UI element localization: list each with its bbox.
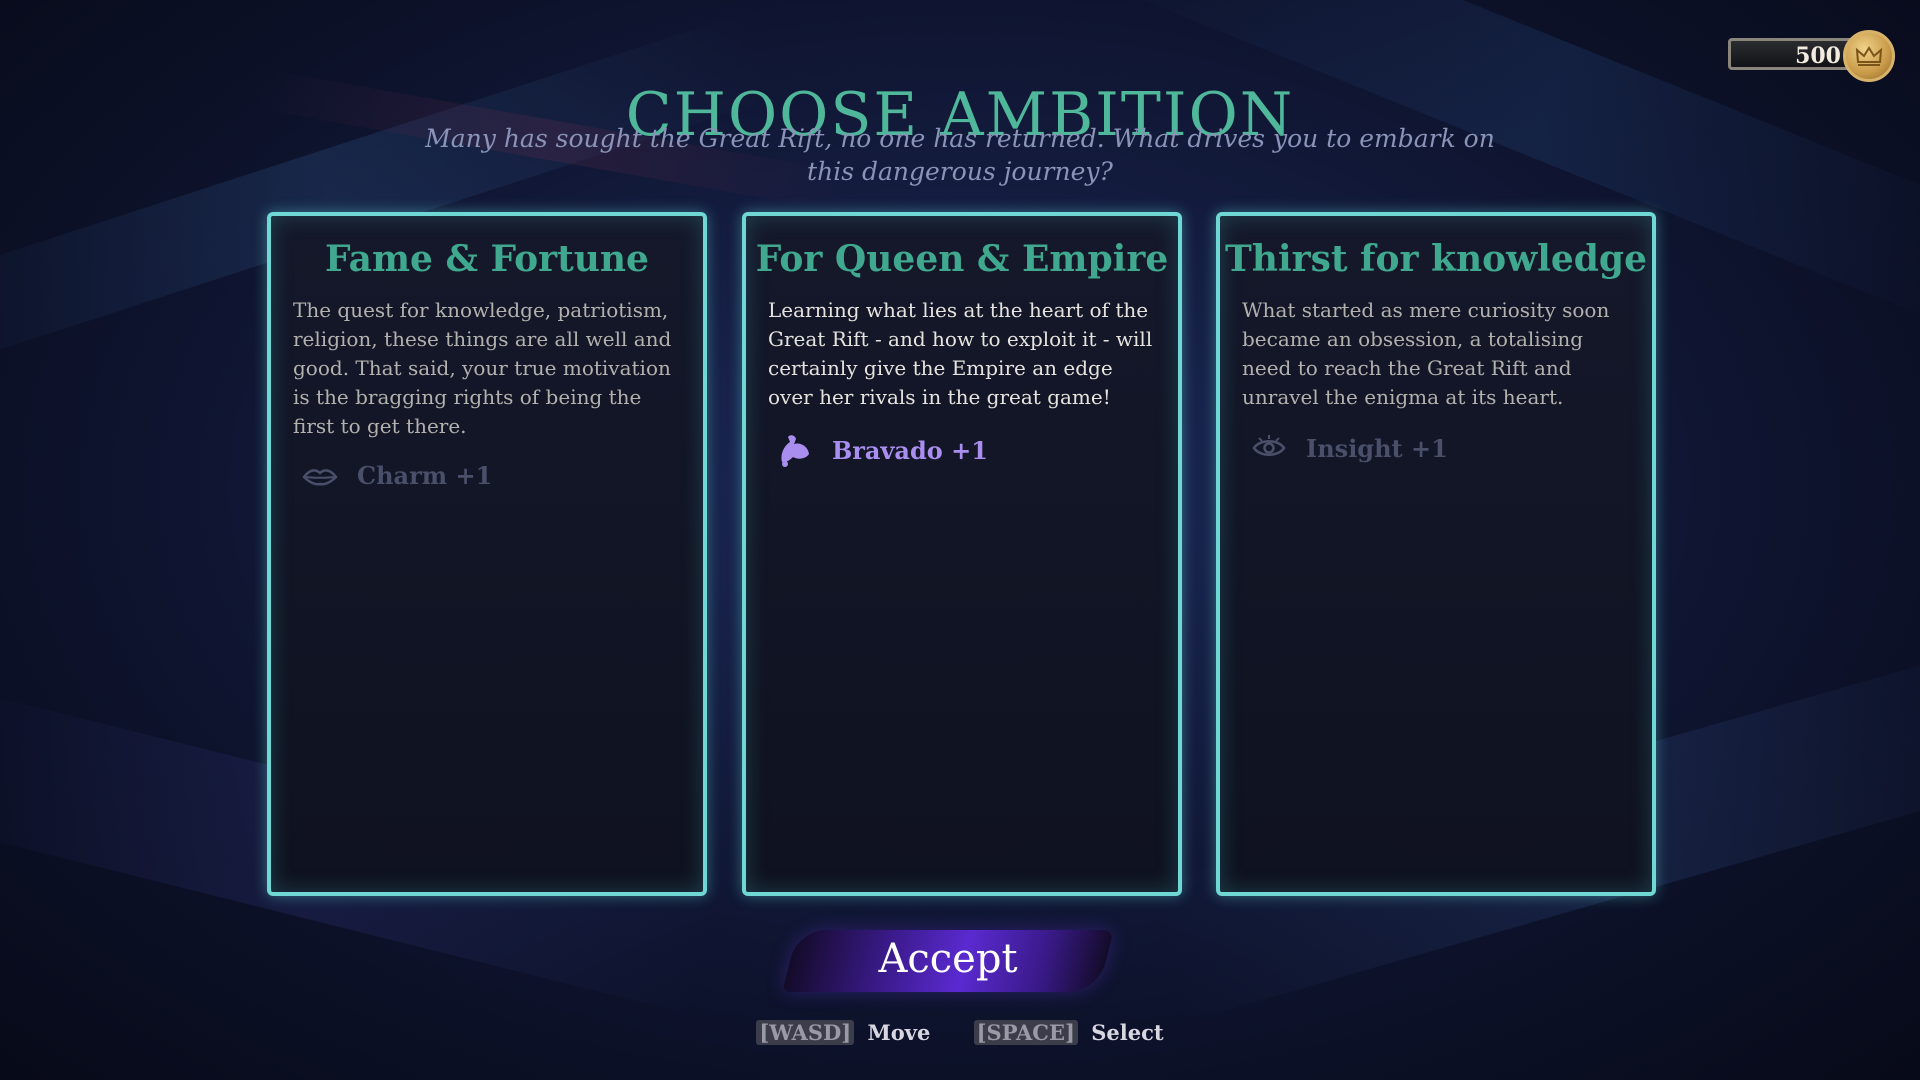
stat-bonus: Charm +1 bbox=[301, 461, 703, 490]
eye-icon bbox=[1250, 432, 1288, 464]
hint-move: [WASD] Move bbox=[756, 1020, 930, 1045]
stat-label: Bravado +1 bbox=[832, 435, 988, 465]
currency-bar: 500 bbox=[1728, 38, 1856, 70]
stat-label: Insight +1 bbox=[1306, 433, 1448, 463]
bicep-icon bbox=[776, 432, 814, 468]
currency-value: 500 bbox=[1795, 43, 1841, 69]
card-description: What started as mere curiosity soon beca… bbox=[1242, 298, 1610, 409]
card-title: For Queen & Empire bbox=[755, 238, 1169, 280]
key-space: [SPACE] bbox=[973, 1020, 1078, 1045]
lips-icon bbox=[301, 463, 339, 489]
accept-button[interactable]: Accept bbox=[782, 920, 1114, 1002]
ambition-card-queen-empire[interactable]: For Queen & Empire Learning what lies at… bbox=[742, 212, 1182, 896]
ambition-card-fame-fortune[interactable]: Fame & Fortune The quest for knowledge, … bbox=[267, 212, 707, 896]
hint-select: [SPACE] Select bbox=[973, 1020, 1164, 1045]
card-title: Thirst for knowledge bbox=[1225, 238, 1647, 280]
hint-action: Move bbox=[867, 1020, 931, 1045]
crown-coin-icon bbox=[1843, 30, 1895, 82]
page-subtitle: Many has sought the Great Rift, no one h… bbox=[425, 124, 1495, 186]
key-wasd: [WASD] bbox=[756, 1020, 855, 1045]
stat-bonus: Bravado +1 bbox=[776, 432, 1178, 468]
hint-action: Select bbox=[1091, 1020, 1164, 1045]
card-title: Fame & Fortune bbox=[325, 238, 649, 280]
card-description: The quest for knowledge, patriotism, rel… bbox=[293, 298, 672, 438]
stat-label: Charm +1 bbox=[357, 461, 493, 490]
stat-bonus: Insight +1 bbox=[1250, 432, 1652, 464]
accept-label: Accept bbox=[878, 936, 1018, 982]
card-description: Learning what lies at the heart of the G… bbox=[768, 298, 1153, 409]
currency-display: 500 bbox=[1728, 30, 1895, 82]
control-hints: [WASD] Move [SPACE] Select bbox=[0, 1020, 1920, 1045]
ambition-card-thirst-knowledge[interactable]: Thirst for knowledge What started as mer… bbox=[1216, 212, 1656, 896]
